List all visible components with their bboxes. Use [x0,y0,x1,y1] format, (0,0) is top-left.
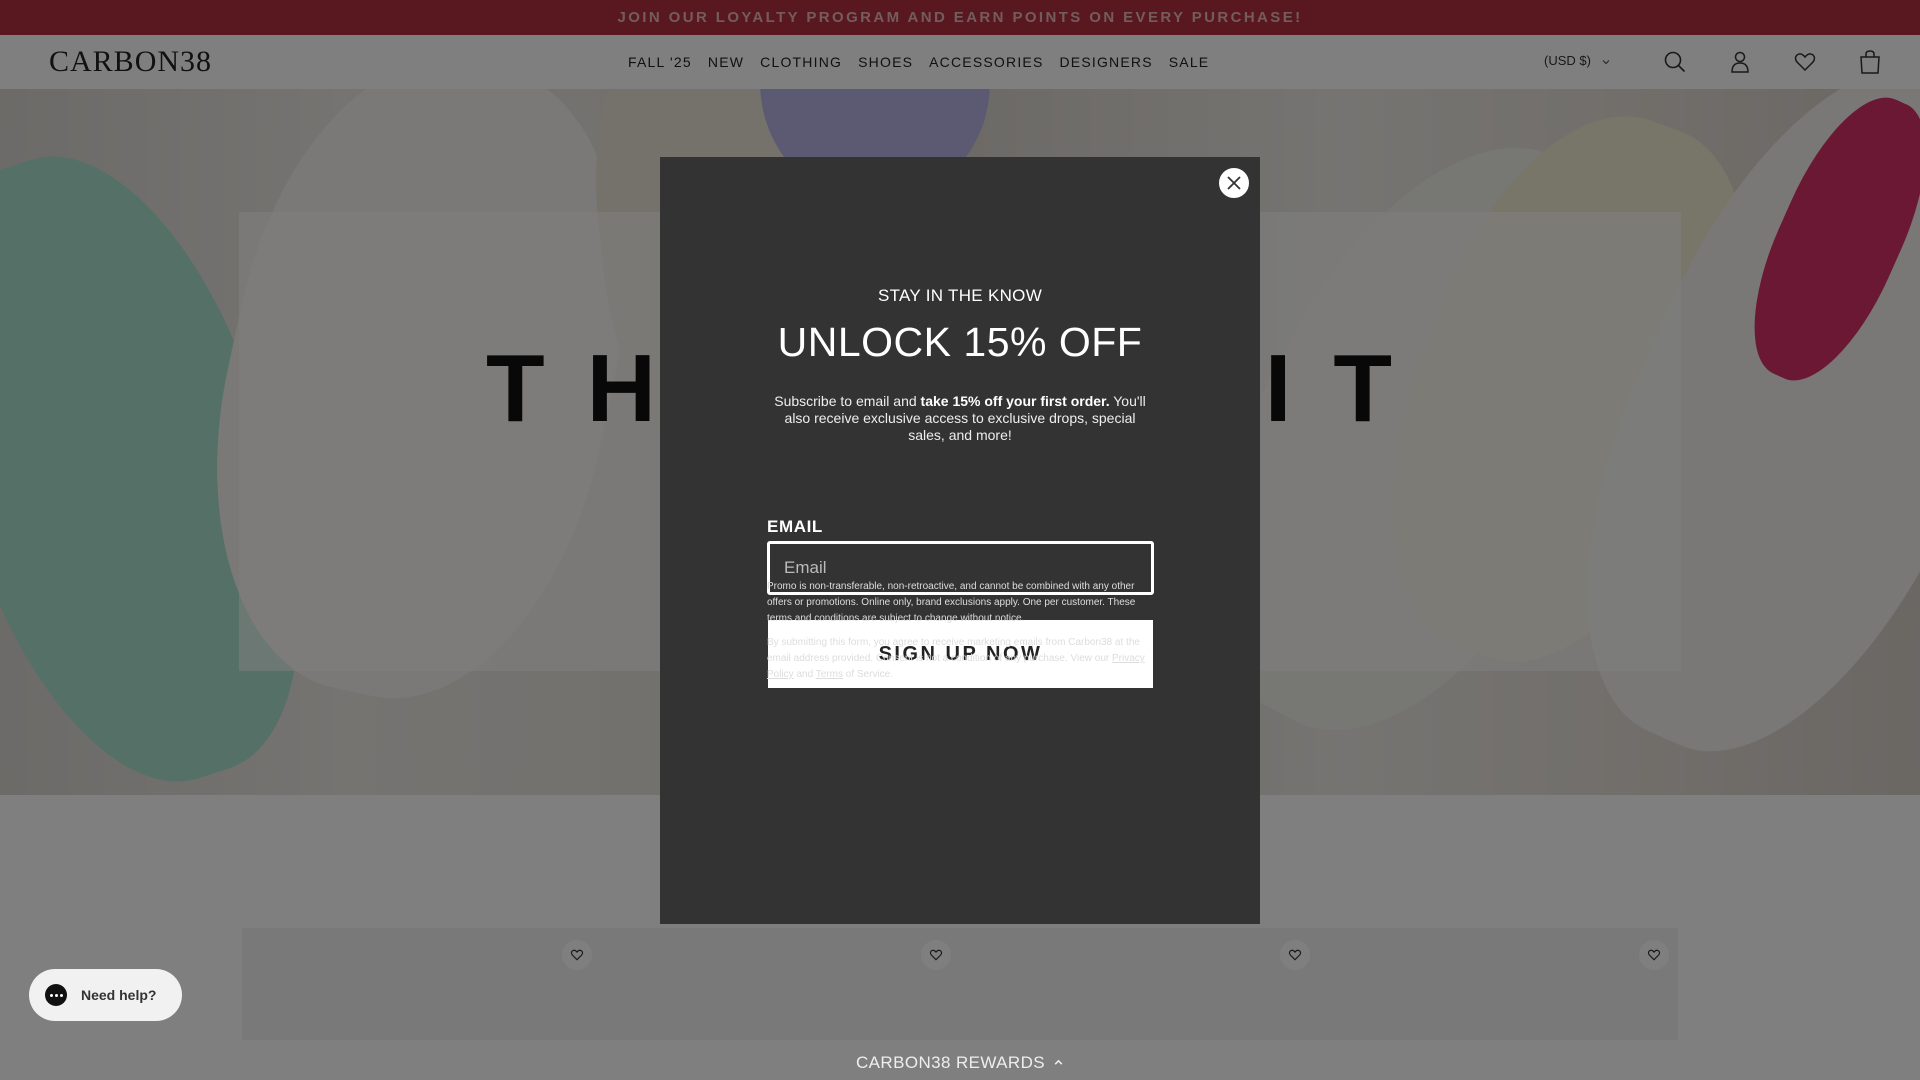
consent-text-end: of Service. [842,669,894,680]
email-label: EMAIL [767,517,823,536]
modal-description: Subscribe to email and take 15% off your… [770,393,1150,444]
help-chat-button[interactable]: Need help? [29,969,182,1021]
rewards-tab[interactable]: CARBON38 REWARDS [0,1045,1920,1080]
terms-link[interactable]: Terms [816,669,843,680]
consent-text: By submitting this form, you agree to re… [767,635,1157,683]
chat-icon [45,984,67,1006]
chat-label: Need help? [81,987,157,1003]
desc-offer: take 15% off your first order. [920,393,1110,409]
modal-headline: UNLOCK 15% OFF [777,319,1143,365]
chevron-up-icon [1054,1059,1063,1065]
close-icon [1227,176,1241,190]
email-signup-modal: STAY IN THE KNOW UNLOCK 15% OFF Subscrib… [660,157,1260,924]
consent-text-body: By submitting this form, you agree to re… [767,637,1140,664]
desc-text: Subscribe to email and [774,393,921,409]
close-modal-button[interactable] [1217,166,1251,200]
promo-terms: Promo is non-transferable, non-retroacti… [767,581,1136,624]
rewards-label: CARBON38 REWARDS [855,1052,1046,1072]
consent-and: and [793,669,816,680]
modal-kicker: STAY IN THE KNOW [877,286,1043,305]
